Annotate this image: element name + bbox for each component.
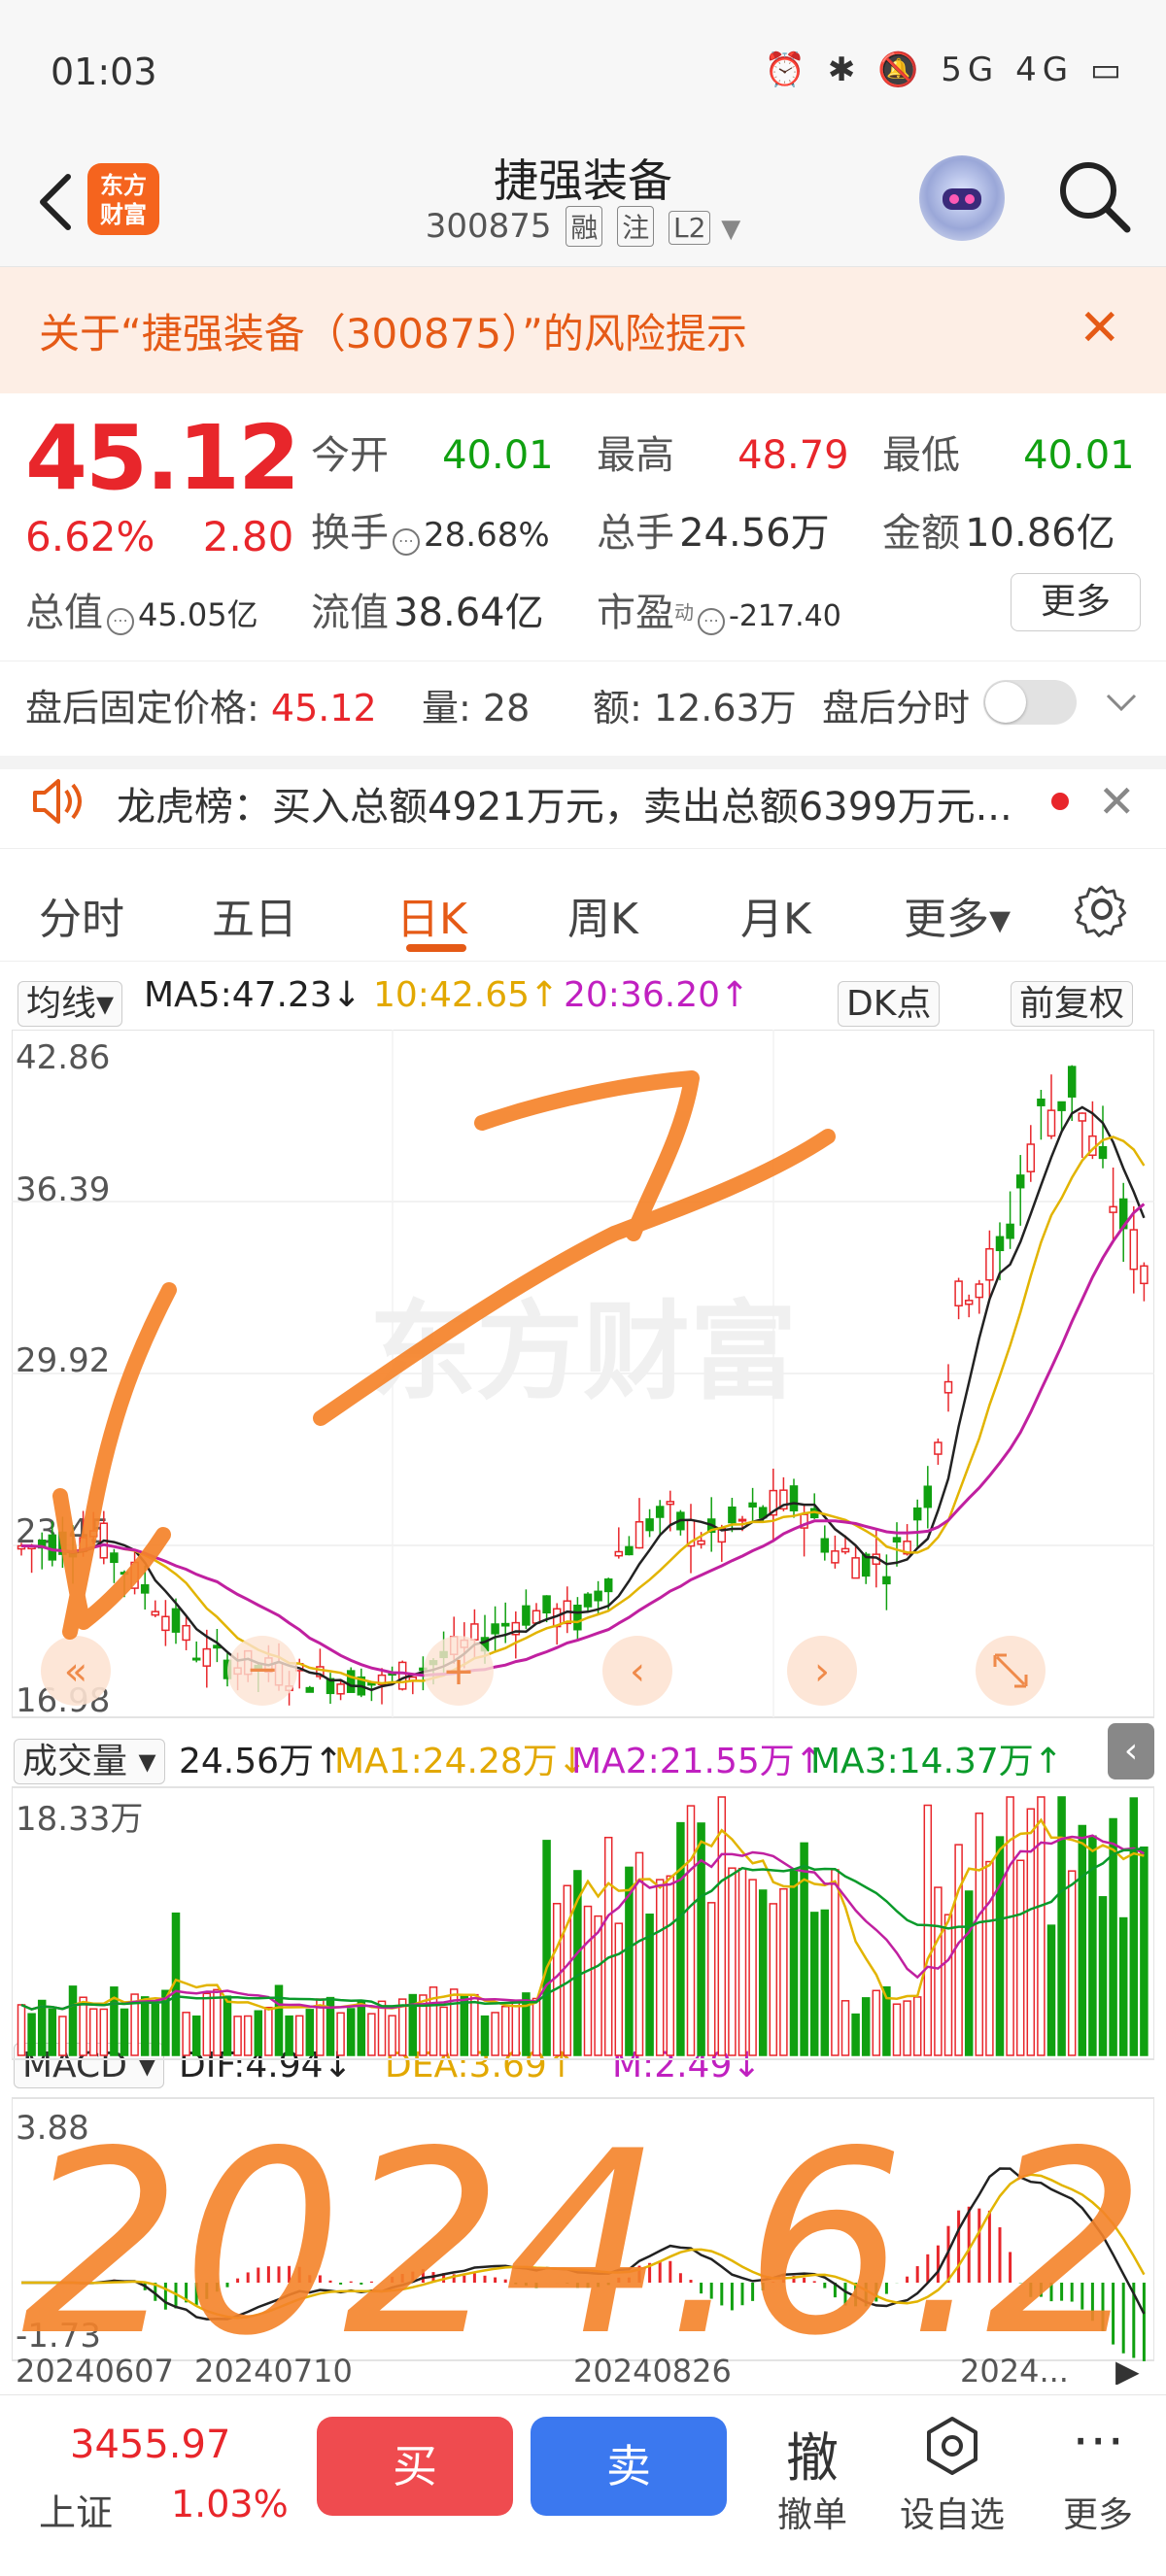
tag-margin: 融 <box>566 206 603 247</box>
info-icon[interactable]: ⋯ <box>393 527 420 556</box>
scroll-left-button[interactable]: ‹ <box>602 1636 672 1706</box>
zoom-in-button[interactable]: + <box>424 1636 494 1706</box>
more-label[interactable]: 更多 <box>1040 2487 1156 2537</box>
ma-selector[interactable]: 均线▾ <box>17 975 123 1027</box>
info-icon[interactable]: ⋯ <box>698 607 725 635</box>
handwritten-date: 2024.6.28 <box>21 2098 1154 2385</box>
amount-field: 金额 10.86亿 <box>882 511 1115 556</box>
pe-field: 市盈动 ⋯ -217.40 <box>597 591 841 635</box>
float-cap-field: 流值 38.64亿 <box>311 591 544 635</box>
risk-banner-text[interactable]: 关于“捷强装备（300875）”的风险提示 <box>39 301 747 360</box>
stock-code: 300875 <box>425 207 552 246</box>
change-percent: 6.62% <box>25 513 155 560</box>
cancel-order-label[interactable]: 撤单 <box>754 2487 871 2537</box>
scroll-right-button[interactable]: › <box>787 1636 857 1706</box>
svg-text:−: − <box>246 1647 279 1692</box>
index-percent[interactable]: 1.03% <box>171 2483 289 2525</box>
unread-dot <box>1051 793 1069 810</box>
after-hours-amount: 额: 12.63万 <box>593 687 797 729</box>
buy-button[interactable]: 买 <box>317 2417 513 2516</box>
chevron-down-icon[interactable] <box>1102 688 1141 717</box>
change-amount: 2.80 <box>202 513 294 560</box>
y-label-2: 36.39 <box>16 1170 110 1209</box>
close-icon[interactable]: ✕ <box>1079 303 1121 354</box>
add-watchlist-icon[interactable] <box>921 2415 983 2477</box>
status-icons: ⏰ ✱ 🔕 5G 4G ▭ <box>764 51 1127 89</box>
chevron-down-icon: ▼ <box>721 215 741 244</box>
tab-intraday[interactable]: 分时 <box>39 884 124 946</box>
turnover-field: 换手 ⋯ 28.68% <box>311 511 550 556</box>
toggle-knob[interactable] <box>985 682 1026 723</box>
y-label-3: 29.92 <box>16 1341 110 1380</box>
close-icon[interactable]: ✕ <box>1098 775 1136 828</box>
tag-level2: L2 <box>669 211 711 245</box>
more-quote-button[interactable]: 更多 <box>1011 573 1141 631</box>
high-field: 最高 48.79 <box>597 433 849 478</box>
ma20-line <box>20 1203 1146 1678</box>
more-icon[interactable]: ⋯ <box>1040 2409 1156 2470</box>
scroll-left-fast-button[interactable]: « <box>41 1636 111 1706</box>
info-icon[interactable]: ⋯ <box>107 607 134 635</box>
adjust-button[interactable]: 前复权 <box>1011 975 1134 1027</box>
speaker-icon <box>33 779 82 824</box>
volume-top-label: 18.33万 <box>16 1800 143 1839</box>
svg-text:‹: ‹ <box>630 1649 645 1694</box>
dragon-tiger-text[interactable]: 龙虎榜：买入总额4921万元，卖出总额6399万元... <box>117 775 1012 831</box>
current-price: 45.12 <box>25 406 300 510</box>
volume-bars <box>17 1796 1149 2056</box>
tab-weekly-k[interactable]: 周K <box>567 884 638 946</box>
dk-point-button[interactable]: DK点 <box>838 975 941 1027</box>
ma20-value: 20:36.20↑ <box>564 975 750 1015</box>
search-icon[interactable] <box>1055 157 1133 235</box>
low-field: 最低 40.01 <box>882 433 1135 478</box>
tab-more[interactable]: 更多▾ <box>904 884 1011 946</box>
market-cap-field: 总值 ⋯ 45.05亿 <box>25 591 258 635</box>
volume-field: 总手 24.56万 <box>597 511 830 556</box>
gear-icon[interactable] <box>1073 880 1131 938</box>
y-label-top: 42.86 <box>16 1038 110 1077</box>
kline-chart[interactable]: 东方财富 42.86 36.39 29.92 23.45 16.98 « − +… <box>12 1030 1154 2385</box>
tab-daily-k[interactable]: 日K <box>396 884 467 946</box>
after-hours-price: 盘后固定价格: 45.12 <box>25 687 377 729</box>
svg-text:«: « <box>64 1649 87 1694</box>
assistant-robot-icon[interactable] <box>919 155 1005 241</box>
tab-five-day[interactable]: 五日 <box>212 884 297 946</box>
after-hours-volume: 量: 28 <box>422 687 531 729</box>
price-change: 6.62% 2.80 <box>25 513 293 560</box>
index-name[interactable]: 上证 <box>39 2483 113 2536</box>
ma5-value: MA5:47.23↓ <box>144 975 361 1015</box>
svg-text:›: › <box>814 1649 830 1694</box>
ma10-value: 10:42.65↑ <box>373 975 560 1015</box>
after-hours-timeshare-label: 盘后分时 <box>822 687 971 729</box>
fullscreen-icon[interactable] <box>976 1636 1046 1706</box>
index-value[interactable]: 3455.97 <box>70 2423 230 2467</box>
zoom-out-button[interactable]: − <box>227 1636 297 1706</box>
active-tab-indicator <box>406 944 466 952</box>
sell-button[interactable]: 卖 <box>531 2417 727 2516</box>
watermark: 东方财富 <box>369 1290 797 1414</box>
svg-text:+: + <box>442 1649 475 1694</box>
tab-monthly-k[interactable]: 月K <box>740 884 811 946</box>
open-field: 今开 40.01 <box>311 433 554 478</box>
tag-register: 注 <box>617 206 655 247</box>
add-watchlist-label[interactable]: 设自选 <box>894 2487 1011 2537</box>
cancel-order-icon[interactable]: 撤 <box>754 2415 871 2491</box>
status-time: 01:03 <box>51 51 157 93</box>
